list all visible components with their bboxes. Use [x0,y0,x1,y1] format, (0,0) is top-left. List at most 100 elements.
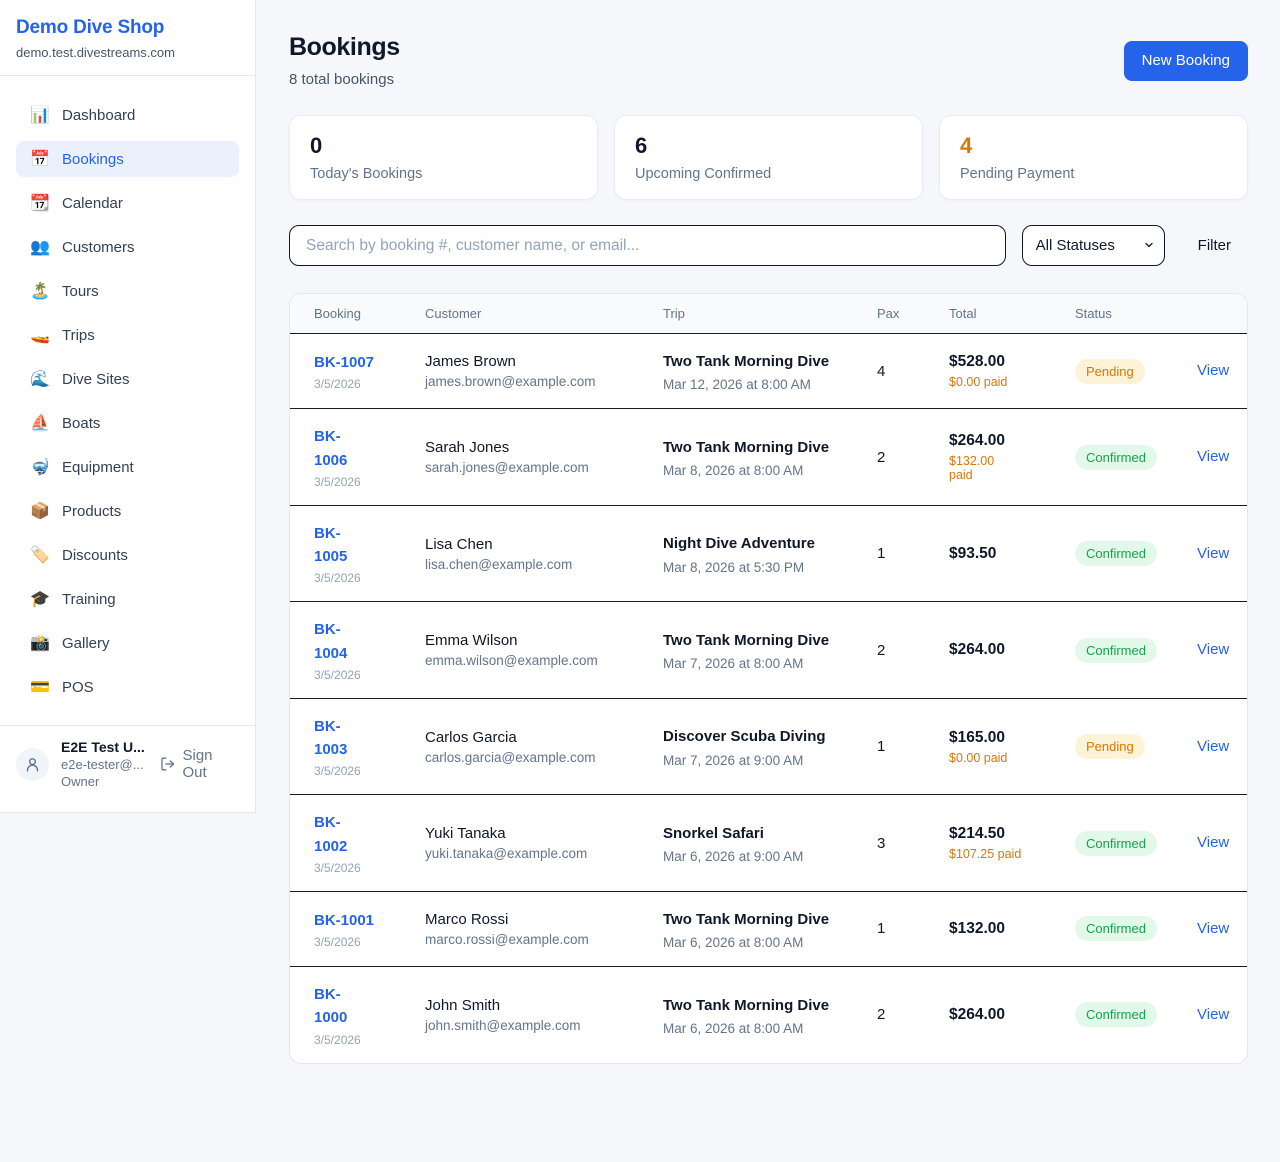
view-cell: View [1197,834,1229,852]
customer-name: Emma Wilson [425,632,663,649]
booking-id-link[interactable]: BK- 1000 [314,983,347,1030]
trip-datetime: Mar 6, 2026 at 8:00 AM [663,935,877,950]
page-title: Bookings [289,33,400,62]
trip-cell: Two Tank Morning DiveMar 12, 2026 at 8:0… [663,350,877,392]
view-cell: View [1197,738,1229,756]
table-row[interactable]: BK-10073/5/2026James Brownjames.brown@ex… [290,334,1247,409]
booking-id-link[interactable]: BK- 1006 [314,425,347,472]
grad-cap-icon: 🎓 [30,589,48,609]
stat-value: 0 [310,133,577,159]
status-badge: Confirmed [1075,1002,1157,1027]
view-link[interactable]: View [1197,641,1229,658]
credit-card-icon: 💳 [30,677,48,697]
view-link[interactable]: View [1197,920,1229,937]
sidebar-item-bookings[interactable]: 📅Bookings [16,141,239,177]
sidebar-item-products[interactable]: 📦Products [16,493,239,529]
table-row[interactable]: BK- 10063/5/2026Sarah Jonessarah.jones@e… [290,409,1247,506]
booking-date: 3/5/2026 [314,764,425,778]
booking-id-link[interactable]: BK- 1005 [314,522,347,569]
sidebar-item-dive-sites[interactable]: 🌊 Dive Sites [16,361,239,397]
table-header-row: BookingCustomerTripPaxTotalStatus [290,294,1247,334]
status-filter-wrap: All Statuses [1022,225,1165,266]
sidebar-item-gallery[interactable]: 📸Gallery [16,625,239,661]
sidebar-item-label: Dive Sites [62,371,130,388]
total-amount: $93.50 [949,545,1075,563]
booking-id-link[interactable]: BK- 1003 [314,715,347,762]
trip-cell: Two Tank Morning Dive Mar 6, 2026 at 8:00… [663,908,877,950]
booking-cell: BK- 10023/5/2026 [314,811,425,875]
sidebar-item-label: Customers [62,239,135,256]
trip-datetime: Mar 7, 2026 at 9:00 AM [663,753,877,768]
column-header-pax: Pax [877,306,949,321]
booking-cell: BK- 10043/5/2026 [314,618,425,682]
booking-id-link[interactable]: BK- 1004 [314,618,347,665]
total-amount: $264.00 [949,1006,1075,1024]
status-cell: Confirmed [1075,541,1197,566]
user-section: E2E Test U... e2e-tester@... Owner Sign … [0,725,255,812]
table-row[interactable]: BK- 10043/5/2026Emma Wilsonemma.wilson@e… [290,602,1247,699]
view-link[interactable]: View [1197,448,1229,465]
status-badge: Pending [1075,359,1145,384]
trip-name: Two Tank Morning Dive [663,908,833,931]
table-row[interactable]: BK- 10053/5/2026Lisa Chenlisa.chen@examp… [290,506,1247,603]
view-link[interactable]: View [1197,545,1229,562]
sidebar-item-tours[interactable]: 🏝️ Tours [16,273,239,309]
booking-id-link[interactable]: BK-1001 [314,909,374,932]
table-row[interactable]: BK- 10023/5/2026Yuki Tanakayuki.tanaka@e… [290,795,1247,892]
speedboat-icon: 🚤 [30,325,48,345]
total-amount: $528.00 [949,353,1075,371]
user-icon [24,756,41,773]
stat-label: Upcoming Confirmed [635,166,902,182]
people-icon: 👥 [30,237,48,257]
paid-amount: $0.00 paid [949,751,1075,765]
stat-label: Today's Bookings [310,166,577,182]
booking-date: 3/5/2026 [314,935,425,949]
view-link[interactable]: View [1197,1006,1229,1023]
sidebar-item-customers[interactable]: 👥 Customers [16,229,239,265]
sidebar-item-pos[interactable]: 💳 POS [16,669,239,705]
sidebar-item-calendar[interactable]: 📆Calendar [16,185,239,221]
sign-out-button[interactable]: Sign Out [160,747,239,781]
sidebar-item-boats[interactable]: ⛵Boats [16,405,239,441]
paid-amount: $132.00 paid [949,454,1075,482]
search-input[interactable] [289,225,1006,266]
table-row[interactable]: BK- 10033/5/2026Carlos Garciacarlos.garc… [290,699,1247,796]
new-booking-button[interactable]: New Booking [1124,41,1248,81]
sidebar-item-training[interactable]: 🎓Training [16,581,239,617]
view-link[interactable]: View [1197,834,1229,851]
booking-id-link[interactable]: BK- 1002 [314,811,347,858]
view-link[interactable]: View [1197,362,1229,379]
column-header-total: Total [949,306,1075,321]
sidebar-item-dashboard[interactable]: 📊Dashboard [16,97,239,133]
column-header-customer: Customer [425,306,663,321]
filter-button[interactable]: Filter [1198,237,1231,254]
wave-icon: 🌊 [30,369,48,389]
column-header-booking: Booking [314,306,425,321]
sidebar-item-label: POS [62,679,94,696]
trip-cell: Discover Scuba Diving Mar 7, 2026 at 9:00… [663,725,877,767]
paid-amount: $107.25 paid [949,847,1075,861]
total-amount: $264.00 [949,432,1075,450]
customer-name: John Smith [425,997,663,1014]
island-icon: 🏝️ [30,281,48,301]
total-cell: $132.00 [949,920,1075,938]
sidebar-item-label: Tours [62,283,99,300]
customer-name: Yuki Tanaka [425,825,663,842]
status-filter-select[interactable]: All Statuses [1022,225,1165,266]
sidebar-item-equipment[interactable]: 🤿Equipment [16,449,239,485]
booking-cell: BK-1001 3/5/2026 [314,909,425,949]
status-cell: Confirmed [1075,1002,1197,1027]
pax-count: 3 [877,835,949,852]
table-row[interactable]: BK- 10003/5/2026John Smithjohn.smith@exa… [290,967,1247,1063]
trip-name: Discover Scuba Diving [663,725,833,748]
table-row[interactable]: BK-10013/5/2026Marco Rossimarco.rossi@ex… [290,892,1247,967]
total-cell: $528.00$0.00 paid [949,353,1075,389]
sidebar-item-discounts[interactable]: 🏷️Discounts [16,537,239,573]
sidebar-item-trips[interactable]: 🚤Trips [16,317,239,353]
main-content: Bookings 8 total bookings New Booking 0 … [257,0,1280,1094]
booking-date: 3/5/2026 [314,475,425,489]
status-cell: Confirmed [1075,916,1197,941]
status-badge: Confirmed [1075,638,1157,663]
booking-id-link[interactable]: BK-1007 [314,351,374,374]
view-link[interactable]: View [1197,738,1229,755]
